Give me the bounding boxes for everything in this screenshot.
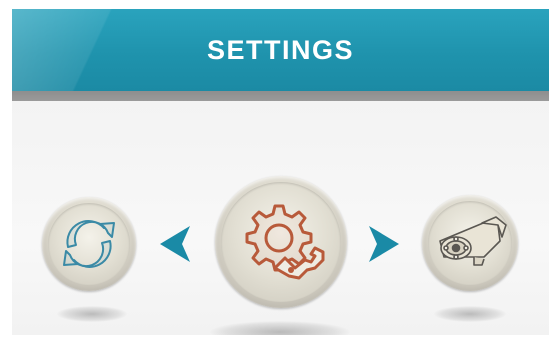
chevron-right-icon[interactable] <box>367 224 401 264</box>
header-divider <box>12 91 549 101</box>
left-item-shadow <box>57 306 127 322</box>
page-title: SETTINGS <box>206 34 354 65</box>
header-bar: SETTINGS <box>12 9 549 91</box>
settings-button[interactable] <box>215 176 347 308</box>
camera-button[interactable] <box>422 195 518 291</box>
chevron-left-icon[interactable] <box>158 224 192 264</box>
app-screen: SETTINGS <box>12 9 549 335</box>
settings-gear-wrench-icon <box>245 204 325 280</box>
carousel-area <box>12 101 549 335</box>
security-camera-icon <box>439 216 507 266</box>
center-item-shadow <box>210 321 350 335</box>
refresh-icon <box>63 220 115 268</box>
refresh-button[interactable] <box>42 197 136 291</box>
right-item-shadow <box>434 306 506 322</box>
